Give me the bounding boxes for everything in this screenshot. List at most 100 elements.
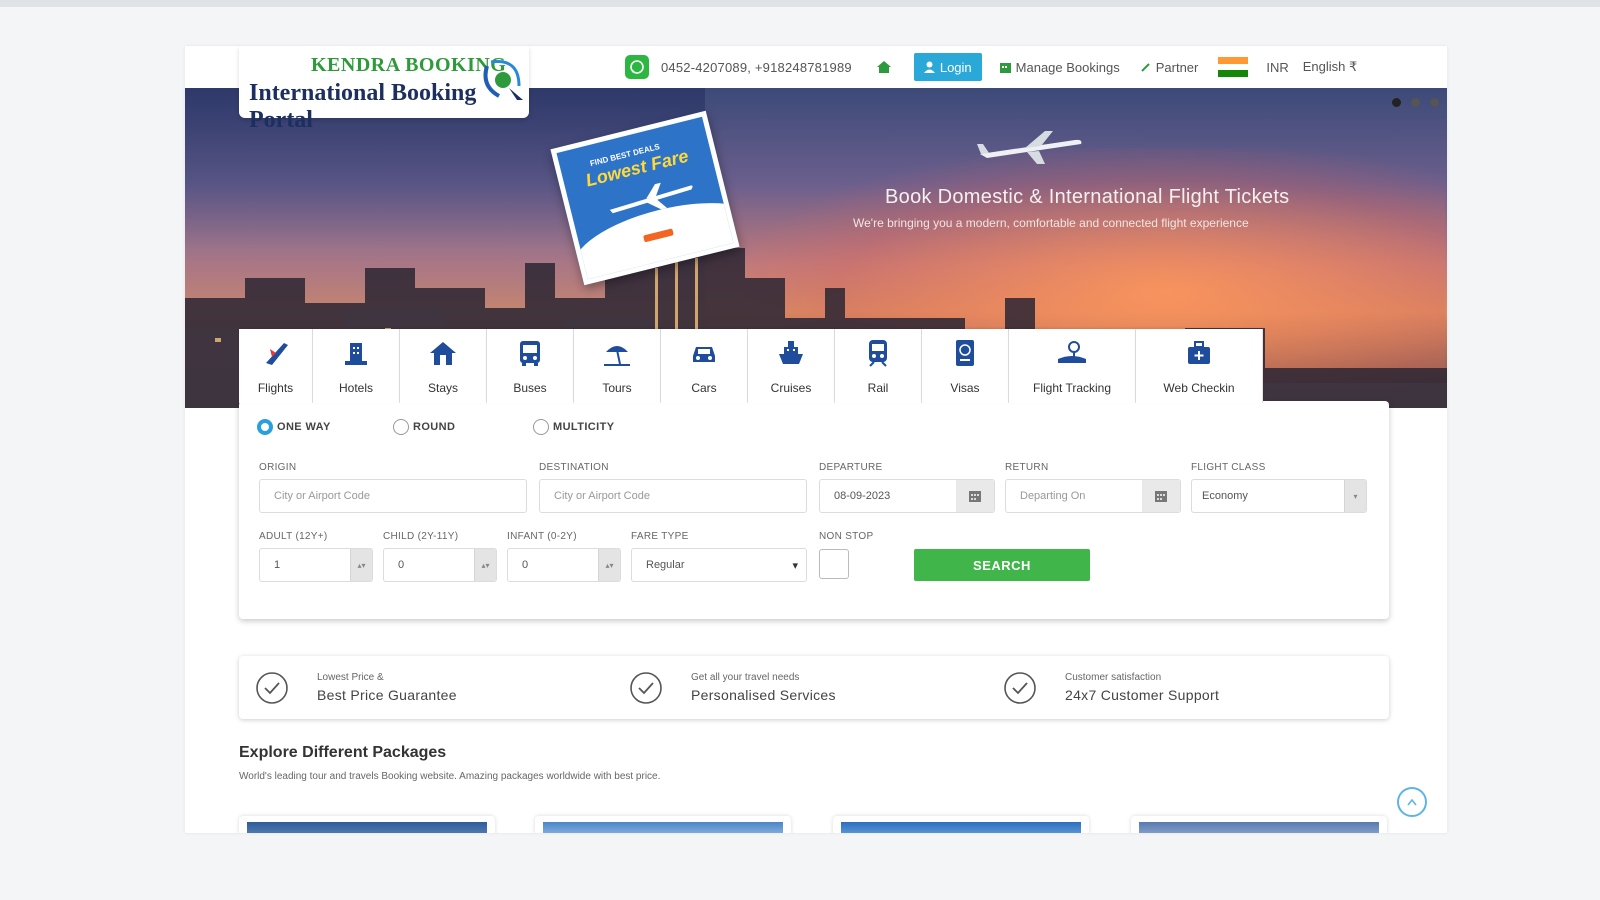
radio-round[interactable]: ROUND [393,419,533,435]
infant-count-input[interactable]: 0 ▴▾ [507,548,621,582]
non-stop-label: NON STOP [819,531,874,542]
hero-subtitle: We're bringing you a modern, comfortable… [853,216,1249,230]
non-stop-checkbox[interactable] [819,549,849,579]
tab-cruises[interactable]: Cruises [748,329,835,403]
scroll-to-top-button[interactable] [1397,787,1427,817]
tab-web-checkin[interactable]: Web Checkin [1136,329,1263,403]
tab-buses[interactable]: Buses [487,329,574,403]
page: 0452-4207089, +918248781989 Login Manage… [185,46,1447,833]
chevron-up-icon [1407,798,1417,806]
radio-dot[interactable] [533,419,549,435]
service-tabs: Flights Hotels Stays Buses Tours Cars Cr… [239,329,1263,403]
departure-label: DEPARTURE [819,462,883,473]
tab-visas[interactable]: Visas [922,329,1009,403]
brand-logo[interactable]: KENDRA BOOKING International Booking Por… [239,46,529,133]
plane-icon [262,335,290,371]
calendar-icon[interactable] [956,480,994,512]
fare-type-value: Regular [646,559,685,571]
manage-bookings-label: Manage Bookings [1015,59,1120,75]
phone-numbers[interactable]: 0452-4207089, +918248781989 [661,60,852,75]
feature-small-text: Customer satisfaction [1065,672,1162,683]
package-card[interactable] [535,816,791,833]
home-icon[interactable] [876,60,892,74]
departure-date-input[interactable]: 08-09-2023 [819,479,995,513]
package-image [1139,822,1379,833]
tab-label: Tours [602,381,632,395]
flight-class-select[interactable]: Economy ▾ [1191,479,1367,513]
destination-input[interactable]: City or Airport Code [539,479,807,513]
explore-title: Explore Different Packages [239,744,447,761]
partner-link[interactable]: Partner [1140,60,1198,75]
stepper-icon[interactable]: ▴▾ [598,549,620,581]
flight-search-form: ONE WAY ROUND MULTICITY ORIGIN City or A… [239,401,1389,619]
tab-flights[interactable]: Flights [239,329,313,403]
slider-dot-1[interactable] [1392,98,1401,107]
home-icon [428,335,458,371]
browser-top-strip [0,0,1600,7]
login-button[interactable]: Login [913,53,982,81]
language-selector[interactable]: English ₹ [1303,59,1358,75]
child-count-value: 0 [398,559,405,571]
tab-label: Flight Tracking [1032,381,1112,395]
tab-label: Flights [257,381,294,395]
tab-flight-tracking[interactable]: Flight Tracking [1009,329,1136,403]
trip-type-group: ONE WAY ROUND MULTICITY [257,419,614,435]
package-image [247,822,487,833]
car-icon [689,335,719,371]
globe-plane-icon [483,60,523,100]
tab-cars[interactable]: Cars [661,329,748,403]
package-card[interactable] [1131,816,1387,833]
slider-dot-3[interactable] [1430,98,1439,107]
login-label: Login [939,59,972,75]
destination-label: DESTINATION [539,462,609,473]
flight-class-value: Economy [1202,490,1248,502]
currency-selector[interactable]: INR [1266,60,1288,75]
tab-label: Cruises [770,381,812,395]
slider-dot-2[interactable] [1411,98,1420,107]
radio-one-way[interactable]: ONE WAY [257,419,393,435]
feature-small-text: Lowest Price & [317,672,384,683]
tab-label: Cars [691,381,717,395]
tab-rail[interactable]: Rail [835,329,922,403]
bus-icon [515,335,545,371]
infant-count-value: 0 [522,559,529,571]
calendar-icon[interactable] [1142,480,1180,512]
package-card[interactable] [239,816,495,833]
feature-support: Customer satisfaction 24x7 Customer Supp… [1003,656,1219,719]
link-icon [1141,62,1150,72]
ship-icon [776,335,806,371]
tab-stays[interactable]: Stays [400,329,487,403]
tracking-icon [1055,335,1089,371]
stepper-icon[interactable]: ▴▾ [474,549,496,581]
package-image [841,822,1081,833]
feature-main-text: Personalised Services [691,687,836,703]
tab-label: Stays [427,381,458,395]
hotel-icon [341,335,371,371]
radio-dot-selected[interactable] [257,419,273,435]
radio-label: ROUND [413,421,456,433]
adult-count-input[interactable]: 1 ▴▾ [259,548,373,582]
child-count-input[interactable]: 0 ▴▾ [383,548,497,582]
origin-label: ORIGIN [259,462,297,473]
tab-tours[interactable]: Tours [574,329,661,403]
origin-input[interactable]: City or Airport Code [259,479,527,513]
return-date-input[interactable]: Departing On [1005,479,1181,513]
fare-type-select[interactable]: Regular ▾ [631,548,807,582]
feature-small-text: Get all your travel needs [691,672,800,683]
check-circle-icon [256,671,288,704]
search-button[interactable]: SEARCH [914,549,1090,581]
child-label: CHILD (2Y-11Y) [383,531,459,542]
whatsapp-icon[interactable] [625,55,649,79]
radio-dot[interactable] [393,419,409,435]
dropdown-icon[interactable]: ▾ [1344,480,1366,512]
radio-multicity[interactable]: MULTICITY [533,419,614,435]
return-date-placeholder: Departing On [1020,490,1086,502]
user-icon [923,61,935,73]
india-flag-icon[interactable] [1218,57,1249,78]
manage-bookings-link[interactable]: Manage Bookings [999,59,1120,75]
tab-hotels[interactable]: Hotels [313,329,400,403]
stepper-icon[interactable]: ▴▾ [350,549,372,581]
package-card[interactable] [833,816,1089,833]
feature-main-text: Best Price Guarantee [317,687,457,703]
passport-icon [952,335,978,371]
